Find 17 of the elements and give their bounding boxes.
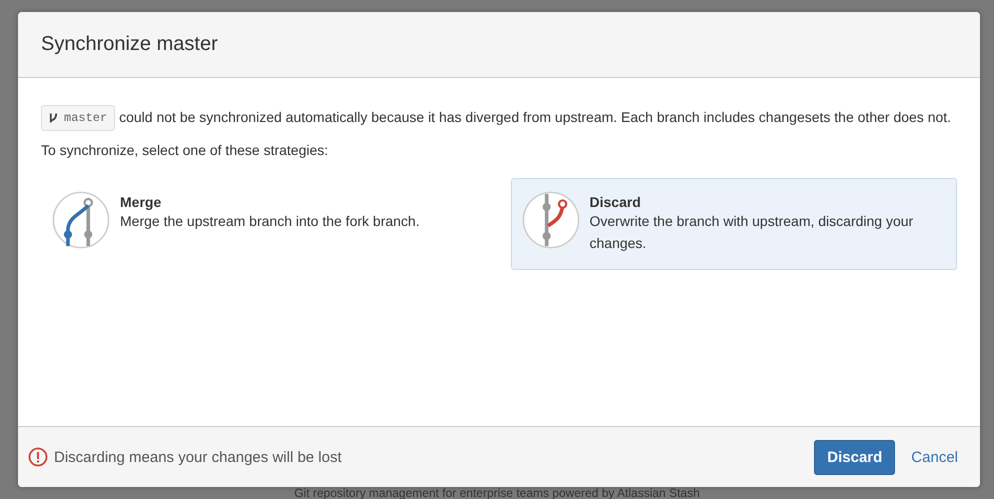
cancel-link[interactable]: Cancel: [899, 440, 970, 474]
branch-lozenge: master: [41, 105, 116, 132]
warning-icon: [28, 447, 48, 467]
strategy-description: Overwrite the branch with upstream, discarding your changes.: [590, 212, 914, 253]
branch-graph-icon: [52, 191, 110, 249]
branch-graph-icon: [522, 191, 580, 249]
prompt-text: To synchronize, select one of these strategies:: [41, 142, 330, 158]
strategy-title: Discard: [590, 194, 642, 210]
message-text: could not be synchronized automatically because it has diverged from upstream. Each branch includes changesets the other does not.: [119, 109, 952, 125]
strategy-title: Merge: [120, 194, 162, 210]
strategy-option[interactable]: Merge Merge the upstream branch into the fork branch.: [41, 178, 488, 270]
strategy-option[interactable]: Discard Overwrite the branch with upstream, discarding your changes.: [510, 178, 957, 270]
dialog-title: Synchronize master: [41, 33, 218, 56]
strategy-description: Merge the upstream branch into the fork branch.: [120, 212, 420, 231]
warning-text: Discarding means your changes will be lost: [54, 448, 342, 466]
branch-icon: [49, 112, 58, 124]
discard-button[interactable]: Discard: [814, 440, 896, 474]
